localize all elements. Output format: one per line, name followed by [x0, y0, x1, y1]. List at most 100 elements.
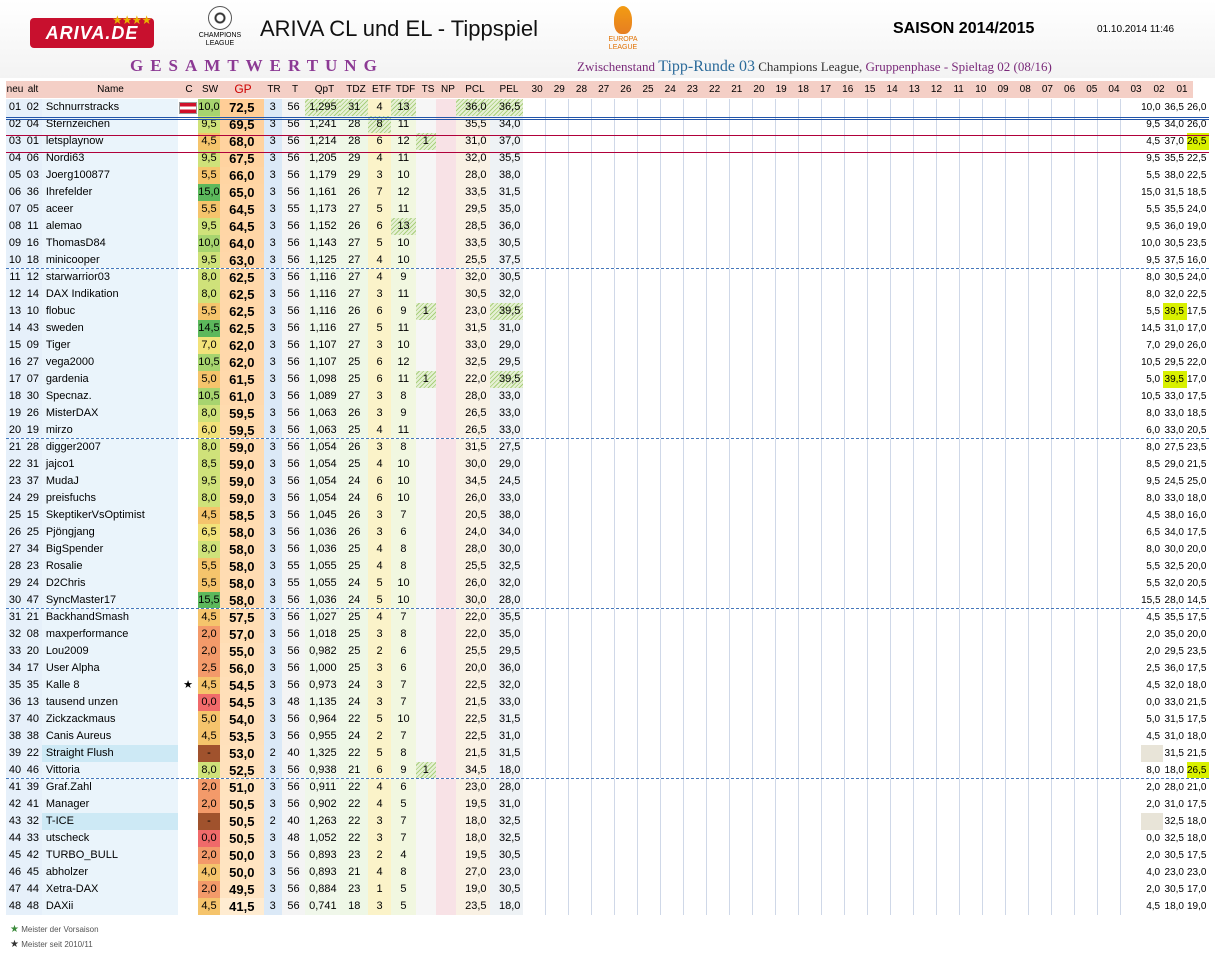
table-row[interactable]: 29 24 D2Chris 5,5 58,0 3 55 1,055 24 5 10 26,0 32,0 5… — [6, 575, 1209, 592]
name-cell[interactable]: Schnurrstracks — [41, 99, 179, 116]
round-column-header[interactable]: 29 — [548, 81, 571, 98]
column-header[interactable]: Name — [42, 81, 179, 98]
column-header[interactable]: neu — [6, 81, 24, 98]
round-column-header[interactable]: 19 — [770, 81, 793, 98]
table-row[interactable]: 21 28 digger2007 8,0 59,0 3 56 1,054 26 3 8 31,5 27,… — [6, 439, 1209, 456]
name-cell[interactable]: Manager — [41, 796, 179, 813]
name-cell[interactable]: ThomasD84 — [41, 235, 179, 252]
table-row[interactable]: 14 43 sweden 14,5 62,5 3 56 1,116 27 5 11 31,5 31,0 1… — [6, 320, 1209, 337]
column-header[interactable]: TR — [265, 81, 283, 98]
column-header[interactable]: NP — [438, 81, 458, 98]
name-cell[interactable]: abholzer — [41, 864, 179, 881]
table-row[interactable]: 33 20 Lou2009 2,0 55,0 3 56 0,982 25 2 6 25,5 29,5 2,… — [6, 643, 1209, 660]
table-row[interactable]: 13 10 flobuc 5,5 62,5 3 56 1,116 26 6 9 1 23,0 39,5 5,… — [6, 303, 1209, 320]
table-row[interactable]: 40 46 Vittoria 8,0 52,5 3 56 0,938 21 6 9 1 34,5 18,0… — [6, 762, 1209, 779]
name-cell[interactable]: Canis Aureus — [41, 728, 179, 745]
name-cell[interactable]: Xetra-DAX — [41, 881, 179, 898]
name-cell[interactable]: Vittoria — [41, 762, 179, 778]
round-column-header[interactable]: 04 — [1102, 81, 1126, 98]
name-cell[interactable]: alemao — [41, 218, 179, 235]
name-cell[interactable]: Pjöngjang — [41, 524, 179, 541]
table-row[interactable]: 48 48 DAXii 4,5 41,5 3 56 0,741 18 3 5 23,5 18,0 4,5 1… — [6, 898, 1209, 915]
name-cell[interactable]: gardenia — [41, 371, 179, 388]
column-header[interactable]: TDF — [393, 81, 418, 98]
round-column-header[interactable]: 23 — [681, 81, 704, 98]
round-column-header[interactable]: 30 — [526, 81, 549, 98]
name-cell[interactable]: SkeptikerVsOptimist — [41, 507, 179, 524]
column-header[interactable]: T — [283, 81, 307, 98]
name-cell[interactable]: aceer — [41, 201, 179, 218]
table-row[interactable]: 32 08 maxperformance 2,0 57,0 3 56 1,018 25 3 8 22,… — [6, 626, 1209, 643]
name-cell[interactable]: vega2000 — [41, 354, 179, 371]
name-cell[interactable]: minicooper — [41, 252, 179, 268]
table-row[interactable]: 31 21 BackhandSmash 4,5 57,5 3 56 1,027 25 4 7 22,0… — [6, 609, 1209, 626]
round-column-header[interactable]: 09 — [991, 81, 1015, 98]
round-column-header[interactable]: 27 — [592, 81, 615, 98]
name-cell[interactable]: BigSpender — [41, 541, 179, 558]
name-cell[interactable]: Lou2009 — [41, 643, 179, 660]
column-header[interactable]: ETF — [370, 81, 393, 98]
name-cell[interactable]: Graf.Zahl — [41, 779, 179, 796]
name-cell[interactable]: digger2007 — [41, 439, 179, 456]
name-cell[interactable]: Joerg100877 — [41, 167, 179, 184]
column-header[interactable]: QpT — [307, 81, 342, 98]
round-column-header[interactable]: 12 — [925, 81, 948, 98]
table-row[interactable]: 12 14 DAX Indikation 8,0 62,5 3 56 1,116 27 3 11 30… — [6, 286, 1209, 303]
table-row[interactable]: 18 30 Specnaz. 10,5 61,0 3 56 1,089 27 3 8 28,0 33,0… — [6, 388, 1209, 405]
name-cell[interactable]: maxperformance — [41, 626, 179, 643]
table-row[interactable]: 45 42 TURBO_BULL 2,0 50,0 3 56 0,893 23 2 4 19,5 30,… — [6, 847, 1209, 864]
name-cell[interactable]: Kalle 8 — [41, 677, 179, 694]
table-row[interactable]: 44 33 utscheck 0,0 50,5 3 48 1,052 22 3 7 18,0 32,5 0… — [6, 830, 1209, 847]
name-cell[interactable]: sweden — [41, 320, 179, 337]
table-row[interactable]: 42 41 Manager 2,0 50,5 3 56 0,902 22 4 5 19,5 31,0 2,… — [6, 796, 1209, 813]
column-header[interactable]: GP — [221, 81, 265, 98]
name-cell[interactable]: utscheck — [41, 830, 179, 847]
round-column-header[interactable]: 03 — [1125, 81, 1148, 98]
name-cell[interactable]: mirzo — [41, 422, 179, 438]
table-row[interactable]: 46 45 abholzer 4,0 50,0 3 56 0,893 21 4 8 27,0 23,0 4… — [6, 864, 1209, 881]
table-row[interactable]: 16 27 vega2000 10,5 62,0 3 56 1,107 25 6 12 32,5 29,… — [6, 354, 1209, 371]
table-row[interactable]: 08 11 alemao 9,5 64,5 3 56 1,152 26 6 13 28,5 36,0 9,… — [6, 218, 1209, 235]
table-row[interactable]: 11 12 starwarrior03 8,0 62,5 3 56 1,116 27 4 9 32,0… — [6, 269, 1209, 286]
name-cell[interactable]: Ihrefelder — [41, 184, 179, 201]
column-header[interactable]: PEL — [492, 81, 526, 98]
table-row[interactable]: 34 17 User Alpha 2,5 56,0 3 56 1,000 25 3 6 20,0 36,… — [6, 660, 1209, 677]
table-row[interactable]: 07 05 aceer 5,5 64,5 3 55 1,173 27 5 11 29,5 35,0 5,5… — [6, 201, 1209, 218]
table-row[interactable]: 15 09 Tiger 7,0 62,0 3 56 1,107 27 3 10 33,0 29,0 7,0… — [6, 337, 1209, 354]
round-column-header[interactable]: 14 — [881, 81, 904, 98]
table-row[interactable]: 17 07 gardenia 5,0 61,5 3 56 1,098 25 6 11 1 22,0 39,… — [6, 371, 1209, 388]
table-row[interactable]: 05 03 Joerg100877 5,5 66,0 3 56 1,179 29 3 10 28,0 3… — [6, 167, 1209, 184]
column-header[interactable]: TDZ — [342, 81, 370, 98]
table-row[interactable]: 35 35 Kalle 8 ★ 4,5 54,5 3 56 0,973 24 3 7 22,5 32,0 4… — [6, 677, 1209, 694]
round-column-header[interactable]: 11 — [947, 81, 970, 98]
table-row[interactable]: 26 25 Pjöngjang 6,5 58,0 3 56 1,036 26 3 6 24,0 34,0… — [6, 524, 1209, 541]
table-row[interactable]: 43 32 T-ICE -50,5 2 40 1,263 22 3 7 18,0 32,5 32,5 18… — [6, 813, 1209, 830]
column-header[interactable]: SW — [199, 81, 221, 98]
table-row[interactable]: 47 44 Xetra-DAX 2,0 49,5 3 56 0,884 23 1 5 19,0 30,5… — [6, 881, 1209, 898]
round-column-header[interactable]: 20 — [747, 81, 771, 98]
round-column-header[interactable]: 22 — [703, 81, 726, 98]
round-column-header[interactable]: 15 — [858, 81, 881, 98]
round-column-header[interactable]: 26 — [614, 81, 637, 98]
table-row[interactable]: 39 22 Straight Flush -53,0 2 40 1,325 22 5 8 21,5 3… — [6, 745, 1209, 762]
round-column-header[interactable]: 01 — [1171, 81, 1194, 98]
round-column-header[interactable]: 17 — [814, 81, 837, 98]
table-row[interactable]: 23 37 MudaJ 9,5 59,0 3 56 1,054 24 6 10 34,5 24,5 9,5… — [6, 473, 1209, 490]
table-row[interactable]: 10 18 minicooper 9,5 63,0 3 56 1,125 27 4 10 25,5 37… — [6, 252, 1209, 269]
round-column-header[interactable]: 28 — [570, 81, 593, 98]
name-cell[interactable]: MisterDAX — [41, 405, 179, 422]
round-column-header[interactable]: 08 — [1014, 81, 1037, 98]
name-cell[interactable]: Specnaz. — [41, 388, 179, 405]
table-row[interactable]: 38 38 Canis Aureus 4,5 53,5 3 56 0,955 24 2 7 22,5 3… — [6, 728, 1209, 745]
name-cell[interactable]: MudaJ — [41, 473, 179, 490]
round-column-header[interactable]: 02 — [1147, 81, 1172, 98]
name-cell[interactable]: D2Chris — [41, 575, 179, 592]
table-row[interactable]: 30 47 SyncMaster17 15,5 58,0 3 56 1,036 24 5 10 30,… — [6, 592, 1209, 609]
round-column-header[interactable]: 18 — [792, 81, 815, 98]
name-cell[interactable]: User Alpha — [41, 660, 179, 677]
name-cell[interactable]: DAX Indikation — [41, 286, 179, 303]
round-column-header[interactable]: 21 — [725, 81, 748, 98]
name-cell[interactable]: preisfuchs — [41, 490, 179, 507]
round-column-header[interactable]: 13 — [903, 81, 926, 98]
name-cell[interactable]: Tiger — [41, 337, 179, 354]
